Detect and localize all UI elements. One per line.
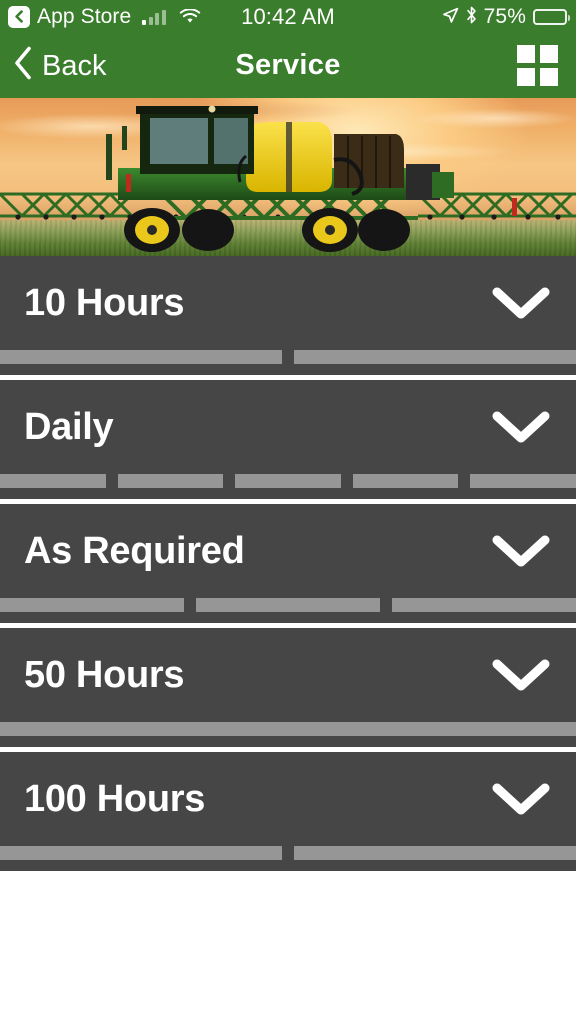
hero-image [0,98,576,256]
chevron-down-icon[interactable] [492,534,550,568]
row-chip[interactable] [0,598,184,612]
row-chip[interactable] [392,598,576,612]
chevron-left-icon [13,46,33,85]
service-section: As Required [0,504,576,623]
row-chip[interactable] [235,474,341,488]
section-row-strip [0,474,576,499]
battery-icon [533,8,570,25]
service-section: Daily [0,380,576,499]
row-chip[interactable] [0,846,282,860]
grid-cell [517,68,535,86]
grid-cell [517,45,535,63]
back-chevron-icon[interactable] [8,5,30,28]
section-title: 100 Hours [24,778,206,820]
section-title: 50 Hours [24,654,185,696]
service-screen: App Store 10:42 AM 75% Back Service 10 H… [0,0,576,1024]
row-chip[interactable] [0,722,576,736]
chevron-down-svg [492,535,550,567]
row-chip[interactable] [0,474,106,488]
chevron-down-svg [492,287,550,319]
service-interval-list: 10 Hours Daily As Required 50 Hours 100 Hour… [0,256,576,1024]
service-section: 50 Hours [0,628,576,747]
status-bar: App Store 10:42 AM 75% [0,0,576,33]
chevron-down-svg [492,659,550,691]
location-arrow-icon [442,4,459,30]
section-title: Daily [24,406,114,448]
chevron-down-icon[interactable] [492,782,550,816]
row-chip[interactable] [470,474,576,488]
chevron-down-icon[interactable] [492,410,550,444]
back-button-label: Back [42,49,107,82]
grid-cell [540,45,558,63]
section-row-strip [0,350,576,375]
status-bar-carrier-label[interactable]: App Store [37,5,131,28]
navigation-bar: Back Service [0,33,576,98]
row-chip[interactable] [0,350,282,364]
section-row-strip [0,846,576,871]
bluetooth-icon [466,4,477,30]
section-title: 10 Hours [24,282,185,324]
service-section: 100 Hours [0,752,576,871]
row-chip[interactable] [117,474,224,488]
chevron-down-svg [492,783,550,815]
row-chip[interactable] [352,474,459,488]
section-header-5[interactable]: 100 Hours [0,752,576,846]
chevron-down-icon[interactable] [492,286,550,320]
service-section: 10 Hours [0,256,576,375]
grid-cell [540,68,558,86]
sprayer-illustration [0,105,576,252]
row-chip[interactable] [294,350,576,364]
status-bar-left: App Store [0,5,201,28]
section-header-1[interactable]: 10 Hours [0,256,576,350]
chevron-down-svg [492,411,550,443]
section-row-strip [0,722,576,747]
section-header-3[interactable]: As Required [0,504,576,598]
row-chip[interactable] [294,846,576,860]
chevron-down-icon[interactable] [492,658,550,692]
status-bar-right: 75% [442,4,576,30]
row-chip[interactable] [196,598,380,612]
section-title: As Required [24,530,245,572]
grid-menu-icon[interactable] [517,45,558,86]
cellular-signal-icon [142,9,166,25]
section-header-2[interactable]: Daily [0,380,576,474]
back-button[interactable]: Back [0,46,106,85]
section-header-4[interactable]: 50 Hours [0,628,576,722]
section-row-strip [0,598,576,623]
battery-percent-label: 75% [483,4,526,28]
wifi-icon [179,8,201,25]
